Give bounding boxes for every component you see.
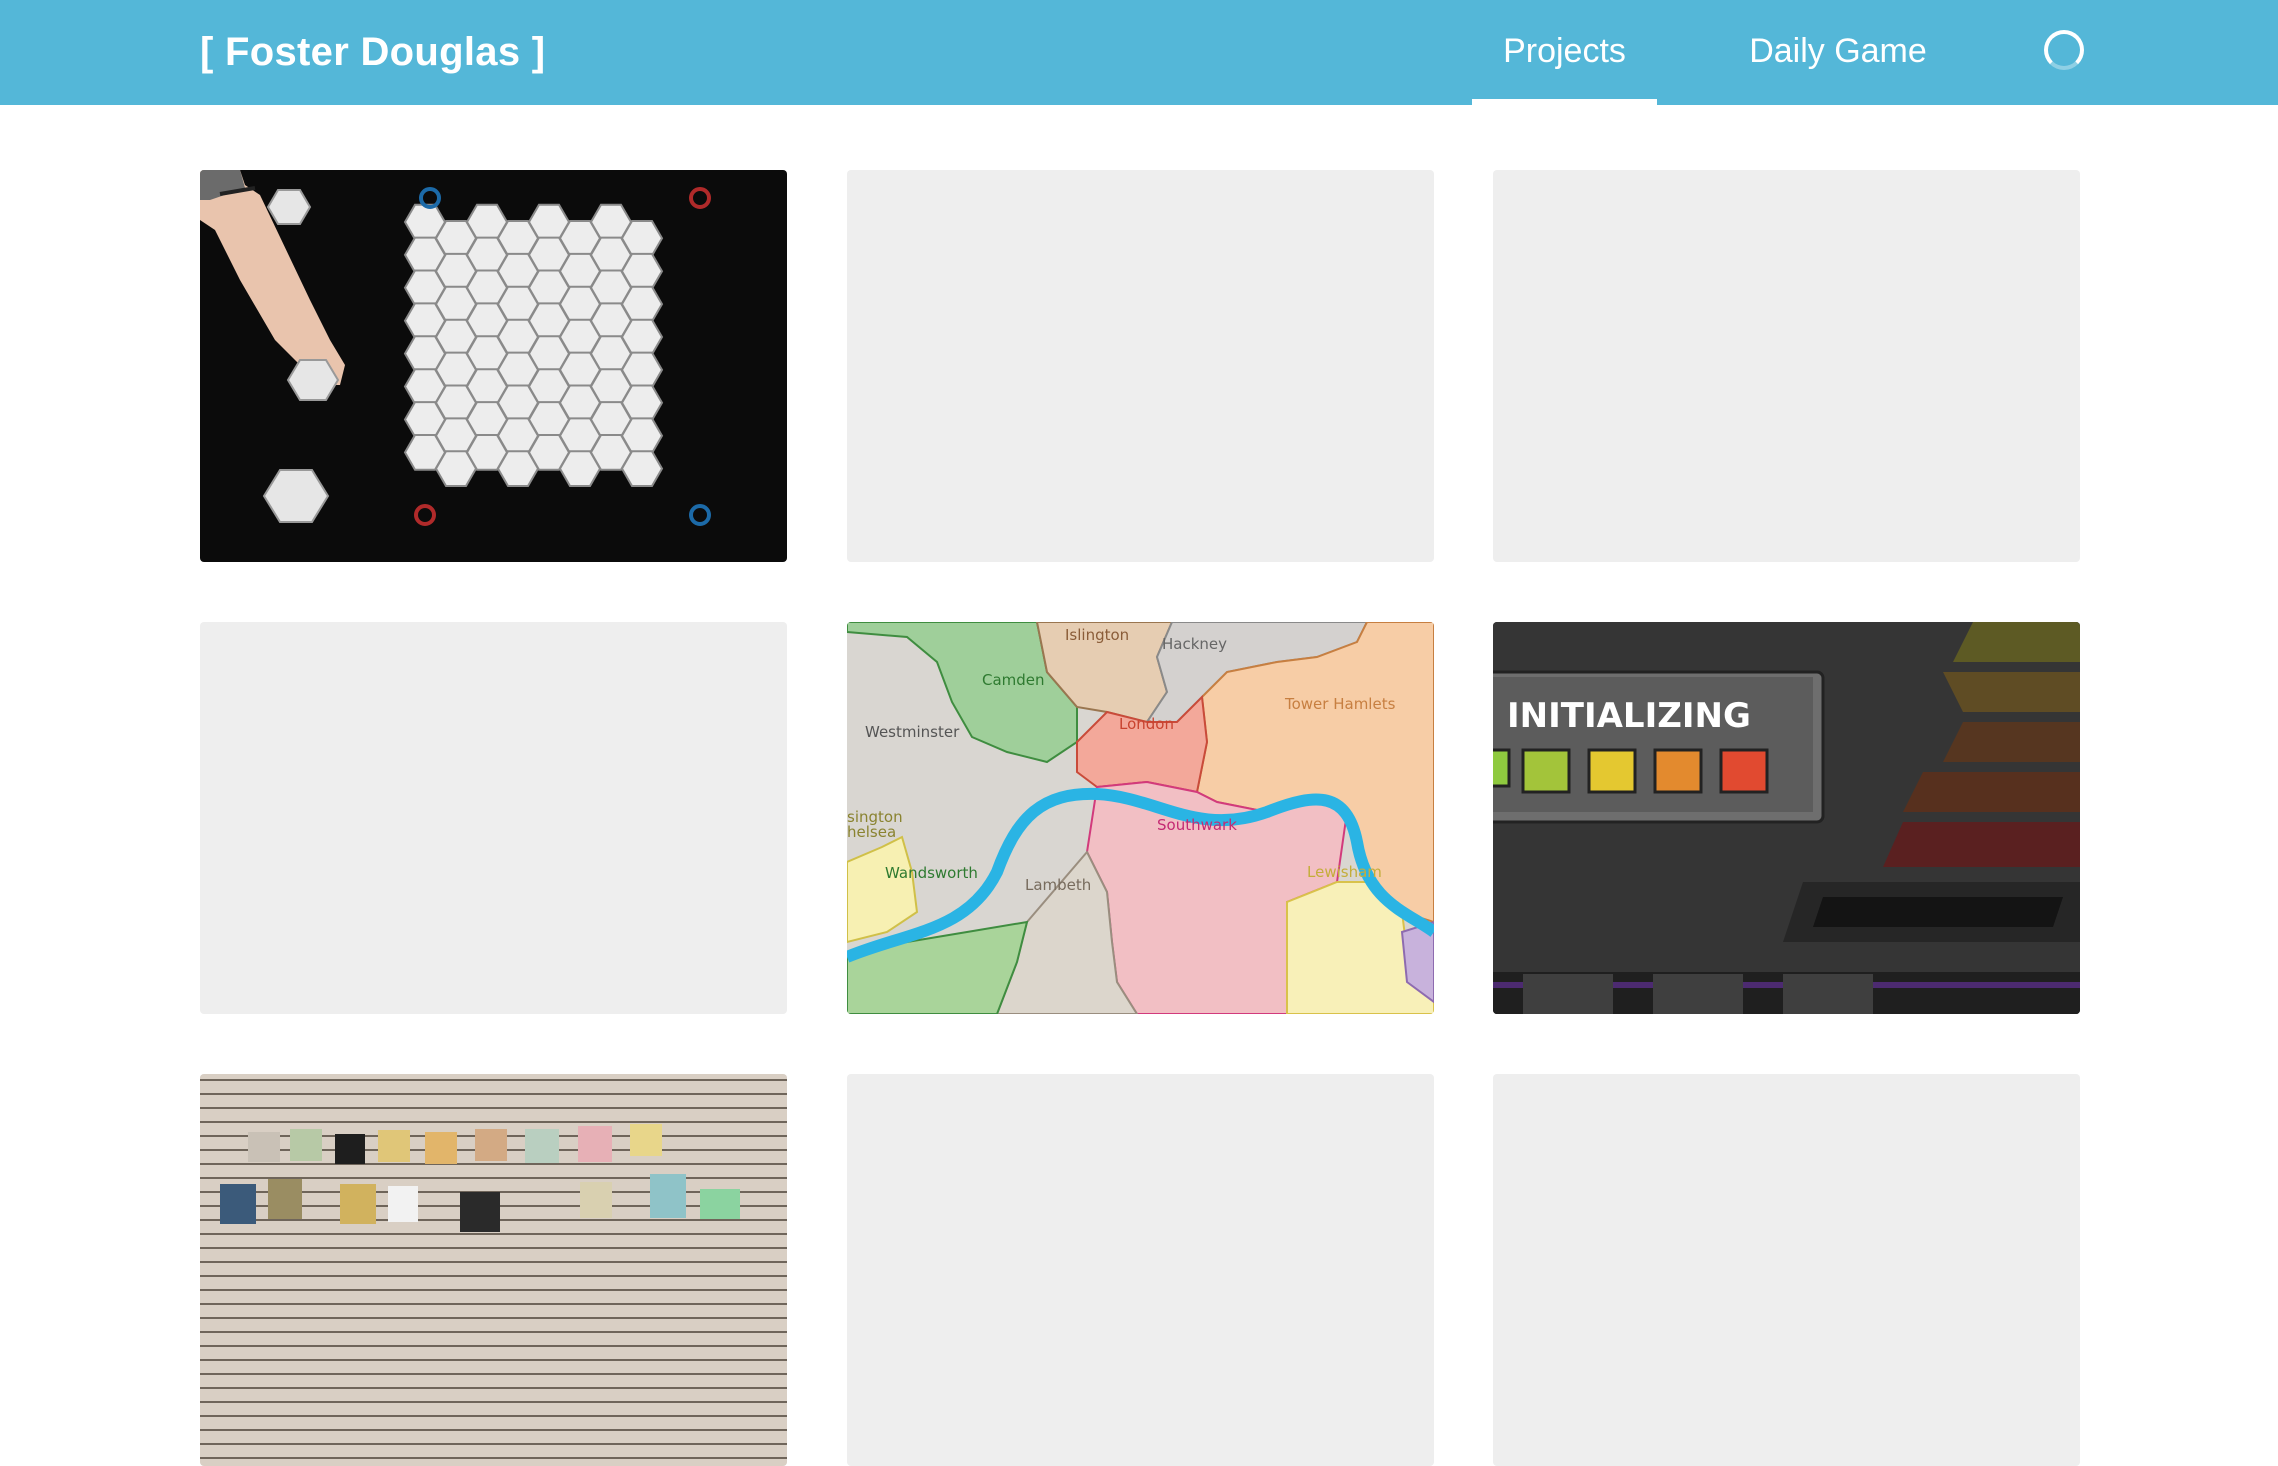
initializing-game-screen-image: INITIALIZING [1493,622,2080,1014]
project-tile-initializing-game[interactable]: INITIALIZING [1493,622,2080,1014]
project-tile-placeholder[interactable] [847,170,1434,562]
map-label: Wandsworth [885,864,978,882]
project-tile-london-map[interactable]: Islington Hackney Camden Tower Hamlets L… [847,622,1434,1014]
map-label: London [1119,715,1174,733]
project-tile-hex-game[interactable] [200,170,787,562]
project-tile-placeholder[interactable] [1493,170,2080,562]
map-label: Westminster [865,723,960,741]
map-label: Lambeth [1025,876,1091,894]
project-tile-placeholder[interactable] [847,1074,1434,1466]
map-label: Southwark [1157,816,1237,834]
initializing-label: INITIALIZING [1507,696,1751,736]
map-label: Camden [982,671,1045,689]
project-tile-placeholder[interactable] [200,622,787,1014]
active-tab-indicator [1472,99,1657,105]
map-label: helsea [847,823,896,841]
project-tile-placeholder[interactable] [1493,1074,2080,1466]
nav-daily-label: Daily Game Designs [1749,32,1927,172]
nav-daily-game-designs[interactable]: Daily Game Designs [1686,0,1990,172]
map-label: Lewisham [1307,863,1382,881]
site-brand[interactable]: [ Foster Douglas ] [200,26,545,78]
nav-projects[interactable]: Projects [1472,0,1657,105]
map-label: Islington [1065,626,1129,644]
project-tile-art-wall[interactable] [200,1074,787,1466]
top-navigation-bar: [ Foster Douglas ] Projects Daily Game D… [0,0,2278,172]
loading-spinner-icon [2044,30,2084,70]
hex-tile-board-game-image [200,170,787,562]
london-boroughs-map-image: Islington Hackney Camden Tower Hamlets L… [847,622,1434,1014]
wall-of-framed-art-image [200,1074,787,1466]
map-label: Tower Hamlets [1284,695,1396,713]
map-label: Hackney [1162,635,1227,653]
nav-projects-label: Projects [1503,32,1626,70]
